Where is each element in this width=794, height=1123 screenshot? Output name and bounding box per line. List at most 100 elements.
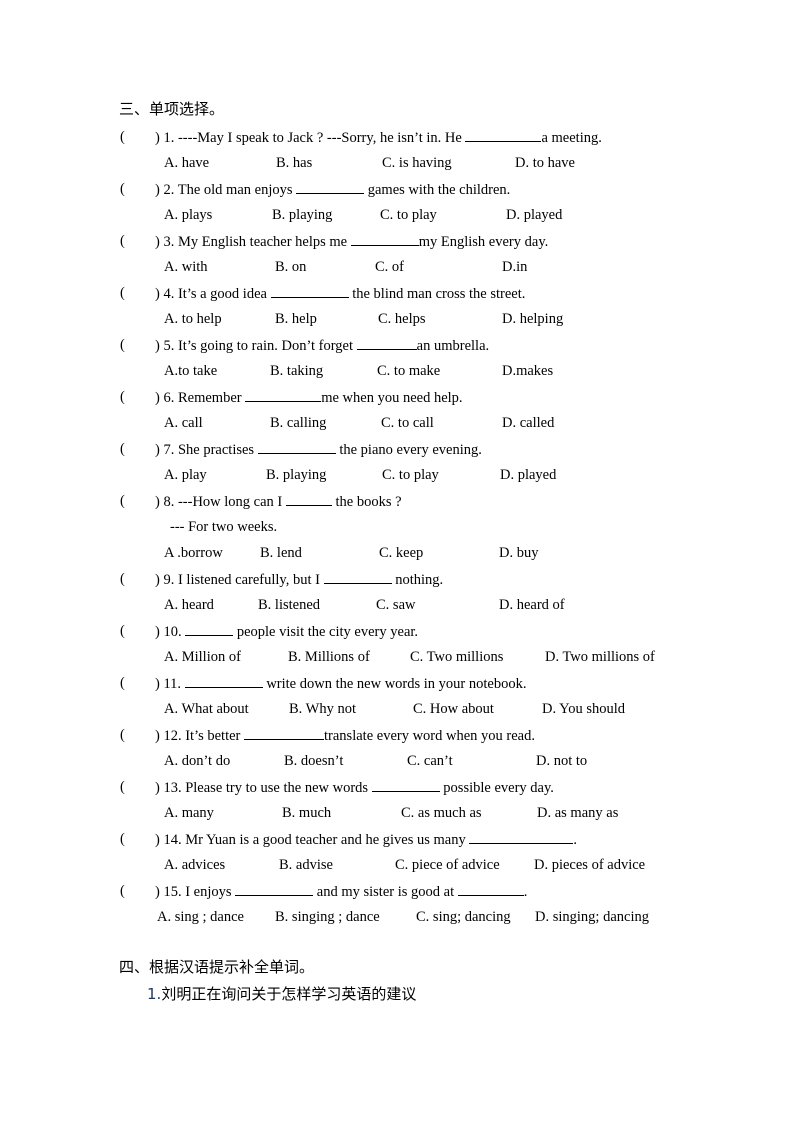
option-d[interactable]: D. called	[502, 414, 554, 432]
option-b[interactable]: B. taking	[270, 362, 323, 380]
option-c[interactable]: C. as much as	[401, 804, 482, 822]
answer-paren-open: (	[120, 883, 125, 899]
option-a[interactable]: A.to take	[164, 362, 217, 380]
question-text: ) 13. Please try to use the new words po…	[155, 778, 554, 797]
fill-blank[interactable]	[323, 570, 392, 584]
answer-slot[interactable]	[128, 180, 154, 196]
fill-blank[interactable]	[285, 492, 332, 506]
answer-slot[interactable]	[128, 622, 154, 638]
fill-blank[interactable]	[244, 726, 325, 740]
answer-slot[interactable]	[128, 830, 154, 846]
option-a[interactable]: A. many	[164, 804, 214, 822]
fill-blank[interactable]	[356, 336, 417, 350]
option-b[interactable]: B. playing	[266, 466, 326, 484]
option-d[interactable]: D. singing; dancing	[535, 908, 649, 926]
question-number: 4.	[163, 286, 178, 302]
option-a[interactable]: A. plays	[164, 206, 212, 224]
dialogue-reply: --- For two weeks.	[170, 519, 278, 535]
option-d[interactable]: D. played	[500, 466, 556, 484]
option-b[interactable]: B. much	[282, 804, 331, 822]
fill-blank[interactable]	[270, 284, 349, 298]
option-d[interactable]: D. buy	[499, 544, 538, 562]
answer-slot[interactable]	[128, 232, 154, 248]
fill-blank[interactable]	[465, 128, 542, 142]
option-b[interactable]: B. listened	[258, 596, 320, 614]
question-text: ) 5. It’s going to rain. Don’t forget an…	[155, 336, 489, 355]
fill-blank[interactable]	[185, 622, 234, 636]
option-c[interactable]: C. keep	[379, 544, 423, 562]
option-d[interactable]: D. played	[506, 206, 562, 224]
fill-blank[interactable]	[184, 674, 263, 688]
option-b[interactable]: B. help	[275, 310, 317, 328]
option-b[interactable]: B. advise	[279, 856, 333, 874]
option-d[interactable]: D. to have	[515, 154, 575, 172]
option-b[interactable]: B. calling	[270, 414, 326, 432]
option-c[interactable]: C. is having	[382, 154, 452, 172]
answer-slot[interactable]	[128, 882, 154, 898]
fill-blank[interactable]	[457, 882, 524, 896]
option-c[interactable]: C. helps	[378, 310, 426, 328]
option-b[interactable]: B. has	[276, 154, 312, 172]
option-d[interactable]: D.makes	[502, 362, 553, 380]
option-c[interactable]: C. to play	[380, 206, 437, 224]
option-a[interactable]: A. have	[164, 154, 209, 172]
option-c[interactable]: C. sing; dancing	[416, 908, 511, 926]
option-d[interactable]: D. helping	[502, 310, 563, 328]
option-d[interactable]: D. as many as	[537, 804, 618, 822]
question-row: () 2. The old man enjoys games with the …	[0, 180, 794, 200]
option-c[interactable]: C. Two millions	[410, 648, 503, 666]
fill-blank[interactable]	[257, 440, 336, 454]
fill-blank[interactable]	[235, 882, 314, 896]
question-number: 7.	[163, 442, 178, 458]
option-c[interactable]: C. to make	[377, 362, 440, 380]
fill-blank[interactable]	[350, 232, 419, 246]
fill-blank[interactable]	[245, 388, 322, 402]
answer-slot[interactable]	[128, 284, 154, 300]
option-a[interactable]: A. advices	[164, 856, 225, 874]
option-a[interactable]: A. sing ; dance	[157, 908, 244, 926]
option-c[interactable]: C. to play	[382, 466, 439, 484]
option-c[interactable]: C. piece of advice	[395, 856, 500, 874]
option-a[interactable]: A. play	[164, 466, 207, 484]
option-c[interactable]: C. can’t	[407, 752, 453, 770]
fill-blank[interactable]	[469, 830, 574, 844]
fill-blank[interactable]	[296, 180, 365, 194]
option-a[interactable]: A .borrow	[164, 544, 223, 562]
option-b[interactable]: B. playing	[272, 206, 332, 224]
answer-slot[interactable]	[128, 336, 154, 352]
option-d[interactable]: D. pieces of advice	[534, 856, 645, 874]
option-a[interactable]: A. Million of	[164, 648, 241, 666]
answer-slot[interactable]	[128, 570, 154, 586]
option-b[interactable]: B. singing ; dance	[275, 908, 380, 926]
option-c[interactable]: C. to call	[381, 414, 434, 432]
answer-slot[interactable]	[128, 674, 154, 690]
answer-slot[interactable]	[128, 726, 154, 742]
option-a[interactable]: A. heard	[164, 596, 214, 614]
option-d[interactable]: D. You should	[542, 700, 625, 718]
option-b[interactable]: B. on	[275, 258, 306, 276]
option-b[interactable]: B. Why not	[289, 700, 356, 718]
option-d[interactable]: D.in	[502, 258, 527, 276]
option-b[interactable]: B. doesn’t	[284, 752, 343, 770]
option-a[interactable]: A. with	[164, 258, 208, 276]
option-b[interactable]: B. Millions of	[288, 648, 370, 666]
answer-slot[interactable]	[128, 440, 154, 456]
fill-blank[interactable]	[371, 778, 440, 792]
option-b[interactable]: B. lend	[260, 544, 302, 562]
option-a[interactable]: A. to help	[164, 310, 222, 328]
question-row: () 11. write down the new words in your …	[0, 674, 794, 694]
question-number: 13.	[163, 780, 186, 796]
option-a[interactable]: A. call	[164, 414, 203, 432]
answer-slot[interactable]	[128, 388, 154, 404]
option-d[interactable]: D. Two millions of	[545, 648, 655, 666]
option-a[interactable]: A. don’t do	[164, 752, 230, 770]
answer-slot[interactable]	[128, 778, 154, 794]
answer-slot[interactable]	[128, 492, 154, 508]
option-d[interactable]: D. not to	[536, 752, 587, 770]
option-a[interactable]: A. What about	[164, 700, 249, 718]
option-c[interactable]: C. How about	[413, 700, 494, 718]
option-c[interactable]: C. saw	[376, 596, 415, 614]
option-c[interactable]: C. of	[375, 258, 404, 276]
answer-slot[interactable]	[128, 128, 154, 144]
option-d[interactable]: D. heard of	[499, 596, 565, 614]
